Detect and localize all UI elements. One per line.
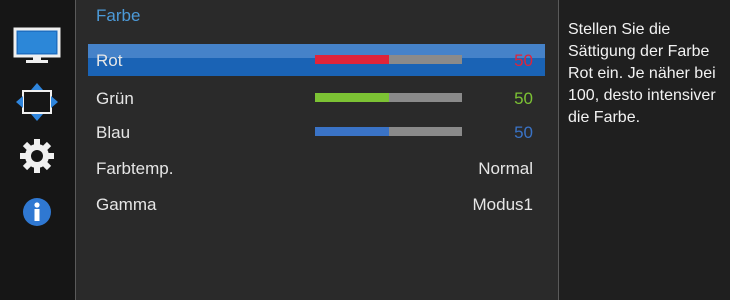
sidebar	[0, 0, 76, 300]
menu-item-value: Modus1	[472, 195, 533, 214]
gruen-slider[interactable]	[315, 93, 462, 102]
menu-item-label: Blau	[96, 123, 131, 142]
section-title: Farbe	[96, 6, 141, 25]
gruen-slider-fill	[315, 93, 389, 102]
menu-item-value: 50	[514, 51, 533, 70]
help-description: Stellen Sie die Sättigung der Farbe Rot …	[568, 21, 716, 126]
menu-item-value: 50	[514, 89, 533, 108]
blau-slider-fill	[315, 127, 389, 136]
display-icon[interactable]	[13, 26, 61, 66]
size-position-icon[interactable]	[13, 82, 61, 122]
rot-slider[interactable]	[315, 55, 462, 64]
menu-item-blau[interactable]: Blau 50	[88, 116, 545, 148]
rot-slider-fill	[315, 55, 389, 64]
info-icon[interactable]	[13, 192, 61, 232]
menu-panel: Farbe Rot 50 Grün 50 Blau 50 Farbtemp. N…	[76, 0, 559, 300]
blau-slider[interactable]	[315, 127, 462, 136]
menu-item-gruen[interactable]: Grün 50	[88, 82, 545, 114]
menu-item-rot[interactable]: Rot 50	[88, 44, 545, 76]
menu-item-label: Grün	[96, 89, 134, 108]
menu-item-value: Normal	[478, 159, 533, 178]
menu-item-label: Farbtemp.	[96, 159, 174, 178]
menu-item-label: Rot	[96, 51, 123, 70]
menu-item-label: Gamma	[96, 195, 157, 214]
menu-item-gamma[interactable]: Gamma Modus1	[88, 188, 545, 220]
settings-gear-icon[interactable]	[13, 136, 61, 176]
menu-item-farbtemp[interactable]: Farbtemp. Normal	[88, 152, 545, 184]
menu-item-value: 50	[514, 123, 533, 142]
